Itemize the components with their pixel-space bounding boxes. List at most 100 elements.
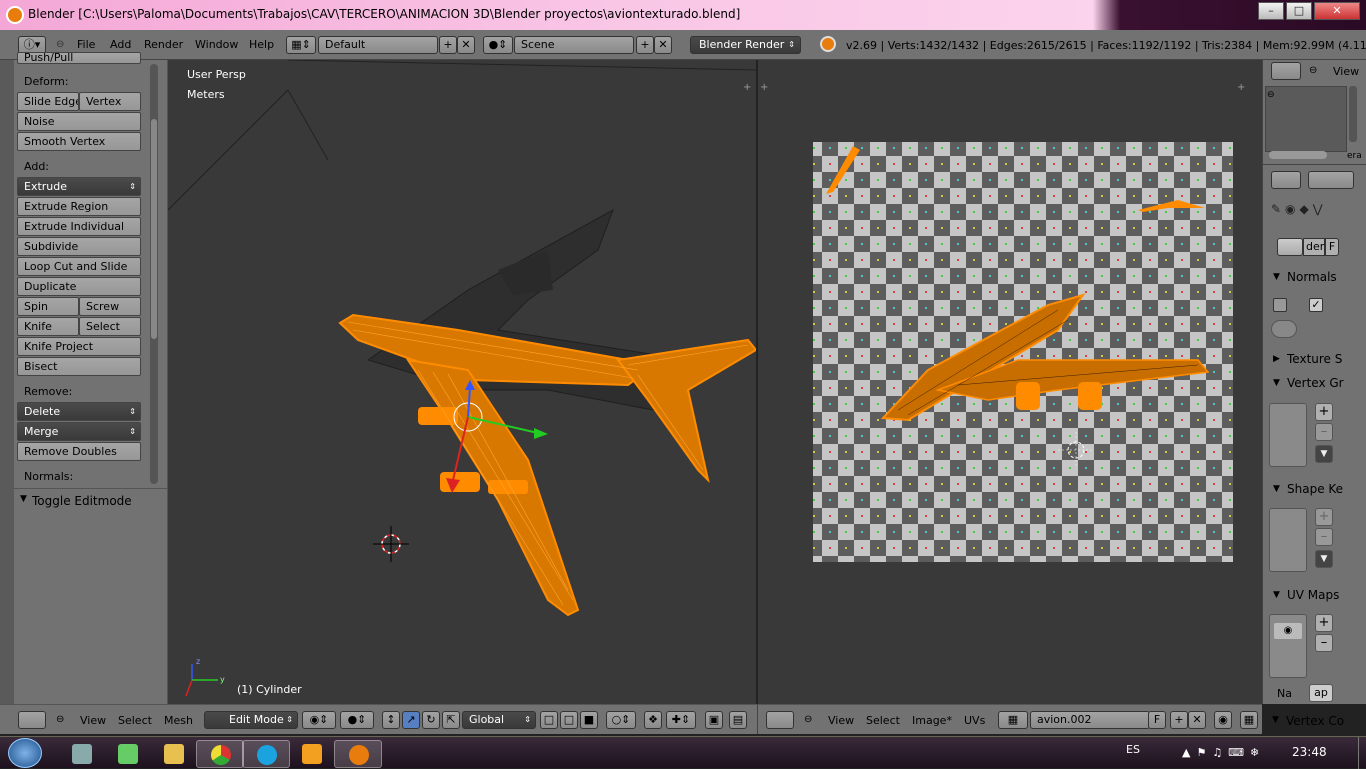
scale-manipulator-icon[interactable]: ⇱ <box>442 711 460 729</box>
vertex-slide-button[interactable]: Vertex <box>79 92 141 111</box>
editor-type-icon[interactable] <box>1271 171 1301 189</box>
texture-space-panel-header[interactable]: Texture S <box>1287 352 1342 366</box>
show-desktop-button[interactable] <box>1358 737 1366 769</box>
menu-image[interactable]: Image* <box>912 714 952 727</box>
expand-icon[interactable]: ▼ <box>1272 715 1279 725</box>
taskbar-explorer[interactable] <box>150 740 198 768</box>
noise-button[interactable]: Noise <box>17 112 141 131</box>
edge-select-icon[interactable]: □ <box>560 711 578 729</box>
uv-image-editor[interactable]: + + <box>757 60 1262 704</box>
menu-window[interactable]: Window <box>195 38 238 51</box>
menu-render[interactable]: Render <box>144 38 183 51</box>
remove-layout-button[interactable]: ✕ <box>457 36 475 54</box>
expand-icon[interactable]: ▶ <box>1273 354 1280 364</box>
image-view-icon[interactable]: ▦ <box>1240 711 1258 729</box>
taskbar-skype[interactable] <box>242 740 290 768</box>
proportional-edit-icon[interactable]: ○⇕ <box>606 711 636 729</box>
tray-icons[interactable]: ▲⚑♫⌨❄ <box>1182 746 1265 759</box>
vertex-groups-panel-header[interactable]: Vertex Gr <box>1287 376 1344 390</box>
collapse-icon[interactable]: ⊖ <box>1267 90 1275 100</box>
pin-icon[interactable] <box>1308 171 1354 189</box>
collapse-menus-icon[interactable]: ⊖ <box>56 714 64 725</box>
auto-smooth-checkbox[interactable] <box>1273 298 1287 312</box>
outliner-scrollbar[interactable] <box>1349 86 1357 142</box>
fake-user-button[interactable]: F <box>1325 238 1339 256</box>
uv-corner-icon[interactable]: + <box>1237 82 1245 93</box>
viewport-shading-icon[interactable]: ◉⇕ <box>302 711 336 729</box>
collapse-menus-icon[interactable]: ⊖ <box>804 714 812 725</box>
fake-user-button[interactable]: F <box>1148 711 1166 729</box>
merge-dropdown[interactable]: Merge ⇕ <box>17 422 141 441</box>
add-layout-button[interactable]: + <box>439 36 457 54</box>
maximize-button[interactable]: □ <box>1286 2 1312 20</box>
menu-select[interactable]: Select <box>866 714 900 727</box>
subdivide-button[interactable]: Subdivide <box>17 237 141 256</box>
duplicate-button[interactable]: Duplicate <box>17 277 141 296</box>
vertex-group-specials-button[interactable]: ▼ <box>1315 445 1333 463</box>
taskbar-app[interactable] <box>58 740 106 768</box>
smooth-vertex-button[interactable]: Smooth Vertex <box>17 132 141 151</box>
snap-element-icon[interactable]: ✚⇕ <box>666 711 696 729</box>
manipulator-toggle-icon[interactable]: ↕ <box>382 711 400 729</box>
snap-toggle-icon[interactable]: ❖ <box>644 711 662 729</box>
delete-dropdown[interactable]: Delete ⇕ <box>17 402 141 421</box>
tool-shelf-scrollbar[interactable] <box>150 64 158 484</box>
context-icons[interactable]: ✎◉◆⋁ <box>1271 202 1351 218</box>
expand-icon[interactable]: ▼ <box>1273 378 1280 388</box>
expand-icon[interactable]: ▼ <box>1273 272 1280 282</box>
toggle-editmode-panel[interactable]: Toggle Editmode <box>32 494 132 508</box>
image-browse-icon[interactable]: ▦ <box>998 711 1028 729</box>
angle-slider[interactable] <box>1271 320 1297 338</box>
bisect-button[interactable]: Bisect <box>17 357 141 376</box>
vertex-colors-panel-header[interactable]: Vertex Co <box>1286 714 1344 728</box>
taskbar-chrome[interactable] <box>196 740 244 768</box>
knife-project-button[interactable]: Knife Project <box>17 337 141 356</box>
outliner-hscroll[interactable] <box>1269 151 1327 159</box>
menu-view[interactable]: View <box>828 714 854 727</box>
collapse-menus-icon[interactable]: ⊖ <box>56 39 64 50</box>
slide-edge-button[interactable]: Slide Edge <box>17 92 79 111</box>
scene-icon[interactable]: ●⇕ <box>483 36 513 54</box>
spin-button[interactable]: Spin <box>17 297 79 316</box>
menu-help[interactable]: Help <box>249 38 274 51</box>
rotate-manipulator-icon[interactable]: ↻ <box>422 711 440 729</box>
close-button[interactable]: ✕ <box>1314 2 1360 20</box>
menu-view[interactable]: View <box>80 714 106 727</box>
screw-button[interactable]: Screw <box>79 297 141 316</box>
3d-viewport[interactable]: User Persp Meters (1) Cylinder + z y <box>168 60 756 704</box>
screen-layout-icon[interactable]: ▦⇕ <box>286 36 316 54</box>
input-language[interactable]: ES <box>1126 743 1140 756</box>
image-name-field[interactable]: avion.002 <box>1030 711 1150 729</box>
expand-icon[interactable]: ▼ <box>1273 484 1280 494</box>
remove-doubles-button[interactable]: Remove Doubles <box>17 442 141 461</box>
collapse-icon[interactable]: ⊖ <box>1309 65 1317 76</box>
remove-uv-map-button[interactable]: – <box>1315 634 1333 652</box>
expand-icon[interactable]: ▼ <box>1273 590 1280 600</box>
minimize-button[interactable]: – <box>1258 2 1284 20</box>
uv-active-button[interactable]: ap <box>1309 684 1333 702</box>
interaction-mode-dropdown[interactable]: Edit Mode ⇕ <box>204 711 298 729</box>
menu-file[interactable]: File <box>77 38 95 51</box>
toggle-editmode-expand-icon[interactable]: ▼ <box>20 494 27 504</box>
knife-select-button[interactable]: Select <box>79 317 141 336</box>
editor-type-icon[interactable] <box>1271 62 1301 80</box>
knife-button[interactable]: Knife <box>17 317 79 336</box>
double-sided-checkbox[interactable]: ✓ <box>1309 298 1323 312</box>
new-image-button[interactable]: + <box>1170 711 1188 729</box>
view-menu[interactable]: View <box>1333 65 1359 78</box>
extrude-region-button[interactable]: Extrude Region <box>17 197 141 216</box>
transform-orientation-dropdown[interactable]: Global ⇕ <box>462 711 536 729</box>
push-pull-button[interactable]: Push/Pull <box>17 52 141 64</box>
start-button[interactable] <box>8 738 42 768</box>
taskbar-app[interactable] <box>104 740 152 768</box>
uv-maps-list[interactable]: ◉ <box>1269 614 1307 678</box>
remove-shape-key-button[interactable]: – <box>1315 528 1333 546</box>
remove-vertex-group-button[interactable]: – <box>1315 423 1333 441</box>
vertex-select-icon[interactable]: □ <box>540 711 558 729</box>
taskbar-blender[interactable] <box>334 740 382 768</box>
face-select-icon[interactable]: ■ <box>580 711 598 729</box>
add-scene-button[interactable]: + <box>636 36 654 54</box>
screen-layout-field[interactable]: Default <box>318 36 438 54</box>
menu-select[interactable]: Select <box>118 714 152 727</box>
pin-image-icon[interactable]: ◉ <box>1214 711 1232 729</box>
